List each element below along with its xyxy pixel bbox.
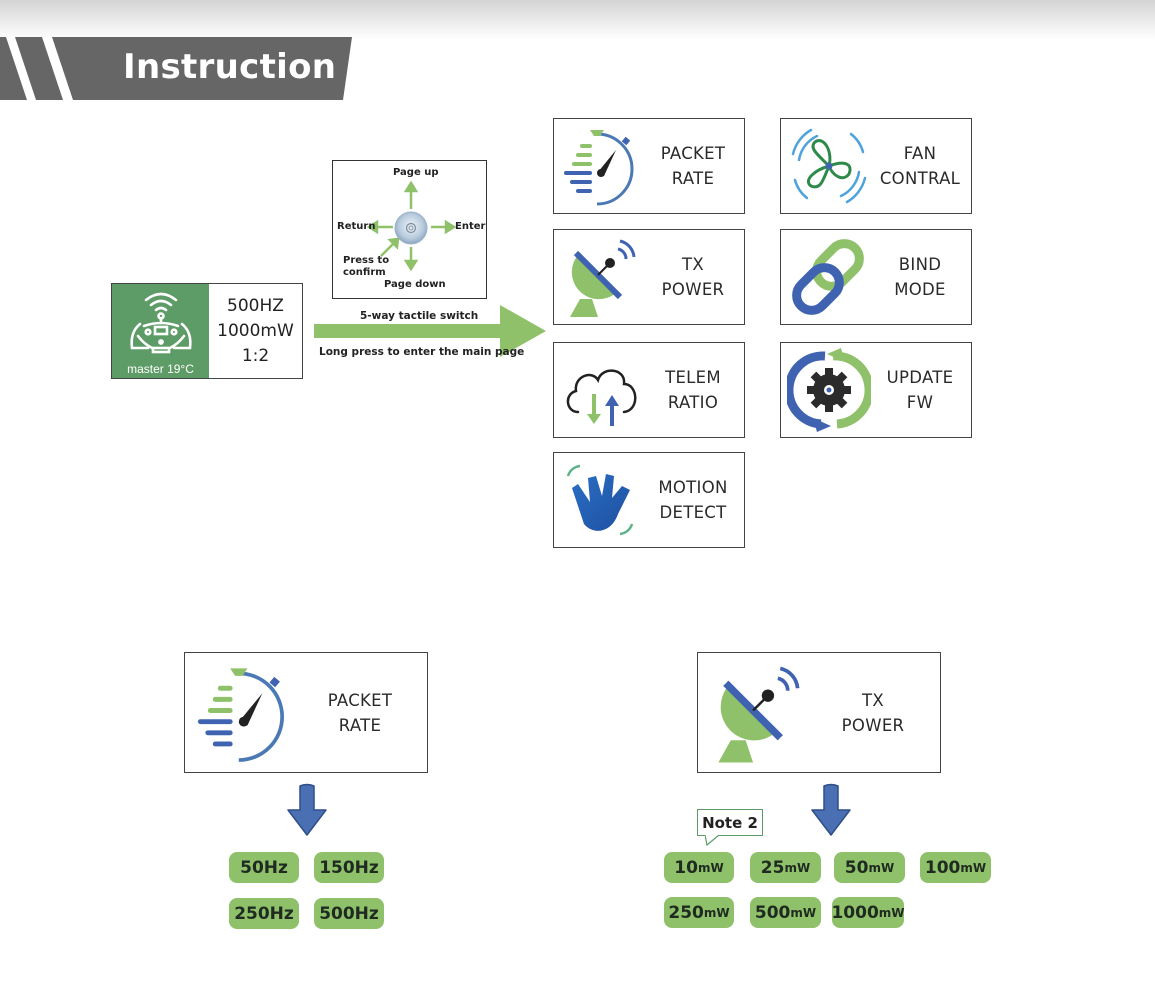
cloud-transfer-icon (566, 369, 637, 426)
gear-sync-icon (787, 348, 871, 432)
satellite-dish-icon (570, 239, 636, 317)
option-value: 25 (760, 857, 785, 878)
menu-card-label: BIND MODE (873, 230, 967, 324)
option-value: 500 (754, 902, 791, 923)
page-up-label: Page up (393, 167, 439, 178)
tx-power-option-250[interactable]: 250 mW (664, 897, 734, 928)
joystick-diagram: Page up Return Enter Press to confirm Pa… (332, 160, 487, 299)
option-value: 1000 (831, 902, 879, 923)
satellite-dish-icon (718, 666, 800, 763)
note-callout-tail (705, 835, 720, 847)
label-line-1: TX (682, 255, 704, 274)
menu-card-bind-mode[interactable]: BIND MODE (780, 229, 972, 325)
menu-card-tx-power[interactable]: TX POWER (553, 229, 745, 325)
status-footer: master 19°C (127, 362, 194, 376)
remote-controller-icon (130, 292, 192, 354)
menu-card-label: MOTION DETECT (646, 453, 740, 547)
tx-power-option-25[interactable]: 25 mW (750, 852, 821, 883)
packet-rate-option-50hz[interactable]: 50Hz (229, 852, 299, 883)
stopwatch-icon (197, 668, 284, 762)
option-unit: mW (868, 860, 895, 875)
packet-rate-option-250hz[interactable]: 250Hz (229, 898, 299, 929)
status-rate: 500HZ (227, 295, 284, 316)
label-line-1: MOTION (658, 478, 728, 497)
header-banner: Instruction (0, 37, 352, 100)
option-value: 10 (674, 857, 698, 878)
label-line-2: POWER (661, 280, 725, 299)
tx-power-detail-card[interactable]: TX POWER (697, 652, 941, 773)
stopwatch-icon (564, 130, 634, 206)
status-icon-panel: master 19°C (112, 284, 209, 378)
long-press-label: Long press to enter the main page (319, 346, 525, 358)
tx-power-option-1000[interactable]: 1000 mW (831, 897, 905, 928)
label-line-2: CONTRAL (879, 169, 961, 188)
detail-card-label: PACKET RATE (297, 653, 423, 772)
label-line-1: PACKET (327, 690, 393, 710)
enter-label: Enter (455, 221, 486, 232)
status-screen: master 19°C 500HZ 1000mW 1:2 (111, 283, 303, 379)
tx-power-option-100[interactable]: 100 mW (920, 852, 991, 883)
label-line-2: RATE (671, 169, 715, 188)
menu-card-telem-ratio[interactable]: TELEM RATIO (553, 342, 745, 438)
menu-card-label: TELEM RATIO (646, 343, 740, 437)
waving-hand-icon (566, 464, 634, 536)
label-line-2: POWER (841, 715, 905, 735)
label-line-2: MODE (894, 280, 946, 299)
tx-power-option-500[interactable]: 500 mW (750, 897, 821, 928)
page-down-label: Page down (384, 279, 446, 290)
press-label-1: Press to (343, 255, 390, 266)
link-icon (792, 239, 864, 315)
tx-power-option-50[interactable]: 50 mW (834, 852, 905, 883)
menu-card-label: PACKET RATE (646, 119, 740, 213)
menu-card-packet-rate[interactable]: PACKET RATE (553, 118, 745, 214)
status-ratio: 1:2 (241, 345, 270, 366)
menu-card-label: FAN CONTRAL (873, 119, 967, 213)
label-line-1: UPDATE (886, 368, 954, 387)
return-label: Return (337, 221, 376, 232)
page-title: Instruction (123, 47, 337, 87)
option-unit: mW (878, 905, 905, 920)
tx-power-option-10[interactable]: 10 mW (664, 852, 734, 883)
option-value: 50 (844, 857, 869, 878)
switch-label: 5-way tactile switch (360, 310, 479, 322)
label-line-2: RATIO (667, 393, 719, 412)
label-line-2: FW (906, 393, 934, 412)
option-unit: mW (703, 905, 730, 920)
fan-icon (791, 128, 867, 204)
option-value: 100 (924, 857, 961, 878)
status-power: 1000mW (217, 320, 294, 341)
press-label-2: confirm (343, 267, 386, 278)
down-arrow-icon (811, 783, 851, 836)
option-unit: mW (790, 905, 817, 920)
label-line-1: BIND (898, 255, 942, 274)
menu-card-motion-detect[interactable]: MOTION DETECT (553, 452, 745, 548)
down-arrow-icon (287, 783, 327, 836)
menu-card-fan-control[interactable]: FAN CONTRAL (780, 118, 972, 214)
option-unit: mW (960, 860, 987, 875)
top-shade (0, 0, 1155, 40)
detail-card-label: TX POWER (810, 653, 936, 772)
menu-card-label: UPDATE FW (873, 343, 967, 437)
label-line-1: FAN (903, 144, 937, 163)
option-unit: mW (784, 860, 811, 875)
label-line-1: TX (862, 690, 884, 710)
packet-rate-detail-card[interactable]: PACKET RATE (184, 652, 428, 773)
packet-rate-option-500hz[interactable]: 500Hz (314, 898, 384, 929)
menu-card-label: TX POWER (646, 230, 740, 324)
option-unit: mW (697, 860, 724, 875)
note-callout: Note 2 (697, 809, 763, 836)
label-line-1: TELEM (665, 368, 721, 387)
label-line-2: RATE (338, 715, 382, 735)
packet-rate-option-150hz[interactable]: 150Hz (314, 852, 384, 883)
menu-card-update-fw[interactable]: UPDATE FW (780, 342, 972, 438)
label-line-1: PACKET (660, 144, 726, 163)
option-value: 250 (668, 902, 704, 923)
label-line-2: DETECT (659, 503, 727, 522)
status-values: 500HZ 1000mW 1:2 (209, 284, 302, 378)
